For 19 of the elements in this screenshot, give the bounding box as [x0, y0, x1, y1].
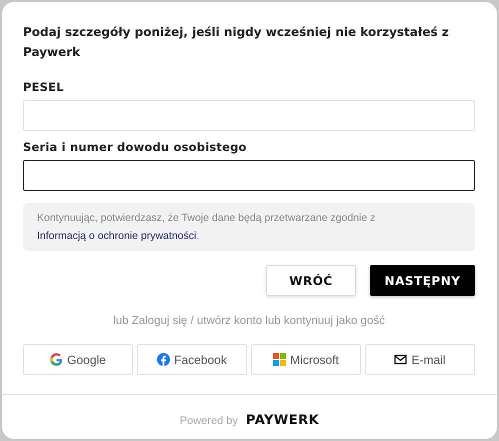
alternative-text: lub Zaloguj się / utwórz konto lub kontynuuj jako gość — [112, 314, 386, 329]
envelope-icon — [394, 353, 408, 366]
next-button[interactable]: NASTĘPNY — [370, 265, 475, 296]
microsoft-button[interactable]: Microsoft — [251, 344, 361, 376]
facebook-button[interactable]: Facebook — [137, 344, 247, 376]
form-title: Podaj szczegóły poniżej, jeśli nigdy wcześniej nie korzystałeś z Paywerk — [23, 24, 450, 61]
field-label: PESEL — [23, 80, 65, 94]
google-button[interactable]: Google — [23, 344, 133, 376]
privacy-notice: Kontynuując, potwierdzasz, że Twoje dane będą przetwarzane zgodnie z Informacją o ochronie prywatności. — [23, 203, 475, 251]
powered-by-text: Powered by — [180, 414, 238, 429]
email-button[interactable]: E-mail — [365, 344, 475, 376]
brand-logo: PAYWERK — [246, 412, 320, 430]
facebook-icon — [157, 353, 170, 366]
privacy-link[interactable]: Informacją o ochronie prywatności — [37, 230, 196, 242]
back-button[interactable]: WRÓĆ — [266, 265, 356, 296]
input-field[interactable] — [23, 160, 475, 191]
google-icon — [50, 353, 64, 366]
field-label: Seria i numer dowodu osobistego — [23, 140, 248, 154]
microsoft-icon — [273, 353, 286, 366]
